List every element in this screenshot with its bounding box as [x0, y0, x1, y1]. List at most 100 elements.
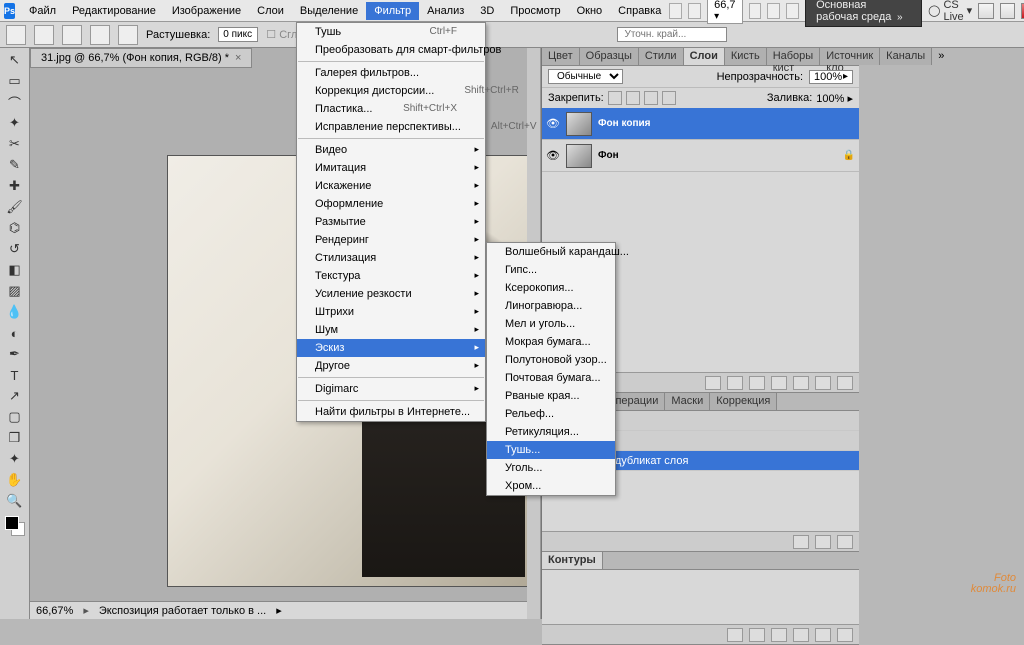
layer-name[interactable]: Фон: [598, 150, 619, 161]
tab-paths[interactable]: Контуры: [542, 552, 603, 569]
filter-menu-item[interactable]: Преобразовать для смарт-фильтров: [297, 41, 485, 59]
layer-row[interactable]: 👁 Фон копия: [542, 108, 859, 140]
tool-wand[interactable]: ✦: [4, 113, 26, 133]
filter-menu-item[interactable]: Размытие: [297, 213, 485, 231]
filter-menu-item[interactable]: Галерея фильтров...: [297, 64, 485, 82]
filter-menu-item[interactable]: Шум: [297, 321, 485, 339]
tool-eraser[interactable]: ◧: [4, 260, 26, 280]
sketch-menu-item[interactable]: Волшебный карандаш...: [487, 243, 615, 261]
tool-eyedropper[interactable]: ✎: [4, 155, 26, 175]
lock-pixels-icon[interactable]: [626, 91, 640, 105]
tab-channels[interactable]: Каналы: [880, 48, 932, 65]
filter-menu-item[interactable]: Эскиз: [297, 339, 485, 357]
tool-blur[interactable]: 💧: [4, 302, 26, 322]
tab-brush-presets[interactable]: Наборы кист: [767, 48, 821, 65]
new-doc-from-state-icon[interactable]: [793, 535, 809, 549]
tool-heal[interactable]: ✚: [4, 176, 26, 196]
filter-menu-item[interactable]: Оформление: [297, 195, 485, 213]
selection-add-icon[interactable]: [62, 25, 82, 45]
link-layers-icon[interactable]: [705, 376, 721, 390]
close-icon[interactable]: ×: [235, 52, 241, 64]
filter-menu-item[interactable]: Имитация: [297, 159, 485, 177]
tool-preset-icon[interactable]: [6, 25, 26, 45]
tool-crop[interactable]: ✂: [4, 134, 26, 154]
tool-zoom[interactable]: 🔍: [4, 491, 26, 511]
layer-group-icon[interactable]: [793, 376, 809, 390]
menu-select[interactable]: Выделение: [292, 2, 366, 20]
filter-menu-item[interactable]: Стилизация: [297, 249, 485, 267]
cslive-button[interactable]: ◯ CS Live ▾: [928, 0, 972, 23]
window-minimize-button[interactable]: [978, 3, 994, 19]
filter-menu-item[interactable]: Пластика...Shift+Ctrl+X: [297, 100, 485, 118]
stroke-path-icon[interactable]: [749, 628, 765, 642]
layer-thumbnail[interactable]: [566, 144, 592, 168]
sketch-menu-item[interactable]: Уголь...: [487, 459, 615, 477]
filter-menu-item[interactable]: Коррекция дисторсии...Shift+Ctrl+R: [297, 82, 485, 100]
menu-image[interactable]: Изображение: [164, 2, 249, 20]
menu-help[interactable]: Справка: [610, 2, 669, 20]
menu-view[interactable]: Просмотр: [502, 2, 568, 20]
filter-menu-item[interactable]: Другое: [297, 357, 485, 375]
sketch-menu-item[interactable]: Мел и уголь...: [487, 315, 615, 333]
sketch-menu-item[interactable]: Линогравюра...: [487, 297, 615, 315]
sketch-menu-item[interactable]: Тушь...: [487, 441, 615, 459]
selection-intersect-icon[interactable]: [118, 25, 138, 45]
fill-input[interactable]: 100% ▸: [816, 92, 853, 105]
status-info[interactable]: Экспозиция работает только в ...: [99, 605, 266, 617]
mb-view-icon[interactable]: [749, 3, 762, 19]
adjustment-layer-icon[interactable]: [771, 376, 787, 390]
tool-shape[interactable]: ▢: [4, 407, 26, 427]
filter-menu-item[interactable]: Усиление резкости: [297, 285, 485, 303]
status-zoom[interactable]: 66,67%: [36, 605, 73, 617]
tool-path[interactable]: ↗: [4, 386, 26, 406]
layer-row[interactable]: 👁 Фон 🔒: [542, 140, 859, 172]
layer-mask-icon[interactable]: [749, 376, 765, 390]
tool-move[interactable]: ↖: [4, 50, 26, 70]
color-swatches[interactable]: [5, 516, 25, 536]
window-maximize-button[interactable]: [1000, 3, 1016, 19]
lock-transparency-icon[interactable]: [608, 91, 622, 105]
fill-path-icon[interactable]: [727, 628, 743, 642]
opacity-input[interactable]: 100% ▸: [809, 70, 853, 84]
tool-stamp[interactable]: ⌬: [4, 218, 26, 238]
visibility-icon[interactable]: 👁: [546, 117, 560, 130]
mb-screen-icon[interactable]: [786, 3, 799, 19]
tool-type[interactable]: T: [4, 365, 26, 385]
document-tab[interactable]: 31.jpg @ 66,7% (Фон копия, RGB/8) *×: [30, 48, 252, 68]
menu-file[interactable]: Файл: [21, 2, 64, 20]
menu-filter[interactable]: Фильтр: [366, 2, 419, 20]
menu-edit[interactable]: Редактирование: [64, 2, 164, 20]
tab-clone-source[interactable]: Источник кло: [820, 48, 880, 65]
tool-3d[interactable]: ❒: [4, 428, 26, 448]
tab-swatches[interactable]: Образцы: [580, 48, 639, 65]
tool-gradient[interactable]: ▨: [4, 281, 26, 301]
filter-menu-item[interactable]: ТушьCtrl+F: [297, 23, 485, 41]
menu-analysis[interactable]: Анализ: [419, 2, 472, 20]
tool-hand[interactable]: ✋: [4, 470, 26, 490]
delete-state-icon[interactable]: [837, 535, 853, 549]
delete-layer-icon[interactable]: [837, 376, 853, 390]
menu-3d[interactable]: 3D: [472, 2, 502, 20]
selection-new-icon[interactable]: [34, 25, 54, 45]
tool-3d-camera[interactable]: ✦: [4, 449, 26, 469]
panel-collapse-icon[interactable]: »: [932, 48, 950, 65]
feather-input[interactable]: [218, 27, 258, 42]
refine-edge-button[interactable]: [617, 27, 727, 42]
tool-lasso[interactable]: ⌒: [4, 92, 26, 112]
workspace-switcher[interactable]: Основная рабочая среда »: [805, 0, 922, 27]
tab-adjustments[interactable]: Коррекция: [710, 393, 777, 410]
tool-history-brush[interactable]: ↺: [4, 239, 26, 259]
tab-masks[interactable]: Маски: [665, 393, 710, 410]
sketch-menu-item[interactable]: Гипс...: [487, 261, 615, 279]
new-snapshot-icon[interactable]: [815, 535, 831, 549]
path-to-selection-icon[interactable]: [771, 628, 787, 642]
tab-brush[interactable]: Кисть: [725, 48, 767, 65]
filter-menu-item[interactable]: Текстура: [297, 267, 485, 285]
menu-window[interactable]: Окно: [569, 2, 611, 20]
lock-position-icon[interactable]: [644, 91, 658, 105]
layer-thumbnail[interactable]: [566, 112, 592, 136]
sketch-menu-item[interactable]: Ксерокопия...: [487, 279, 615, 297]
filter-menu-item[interactable]: Рендеринг: [297, 231, 485, 249]
selection-subtract-icon[interactable]: [90, 25, 110, 45]
filter-menu-item[interactable]: Штрихи: [297, 303, 485, 321]
